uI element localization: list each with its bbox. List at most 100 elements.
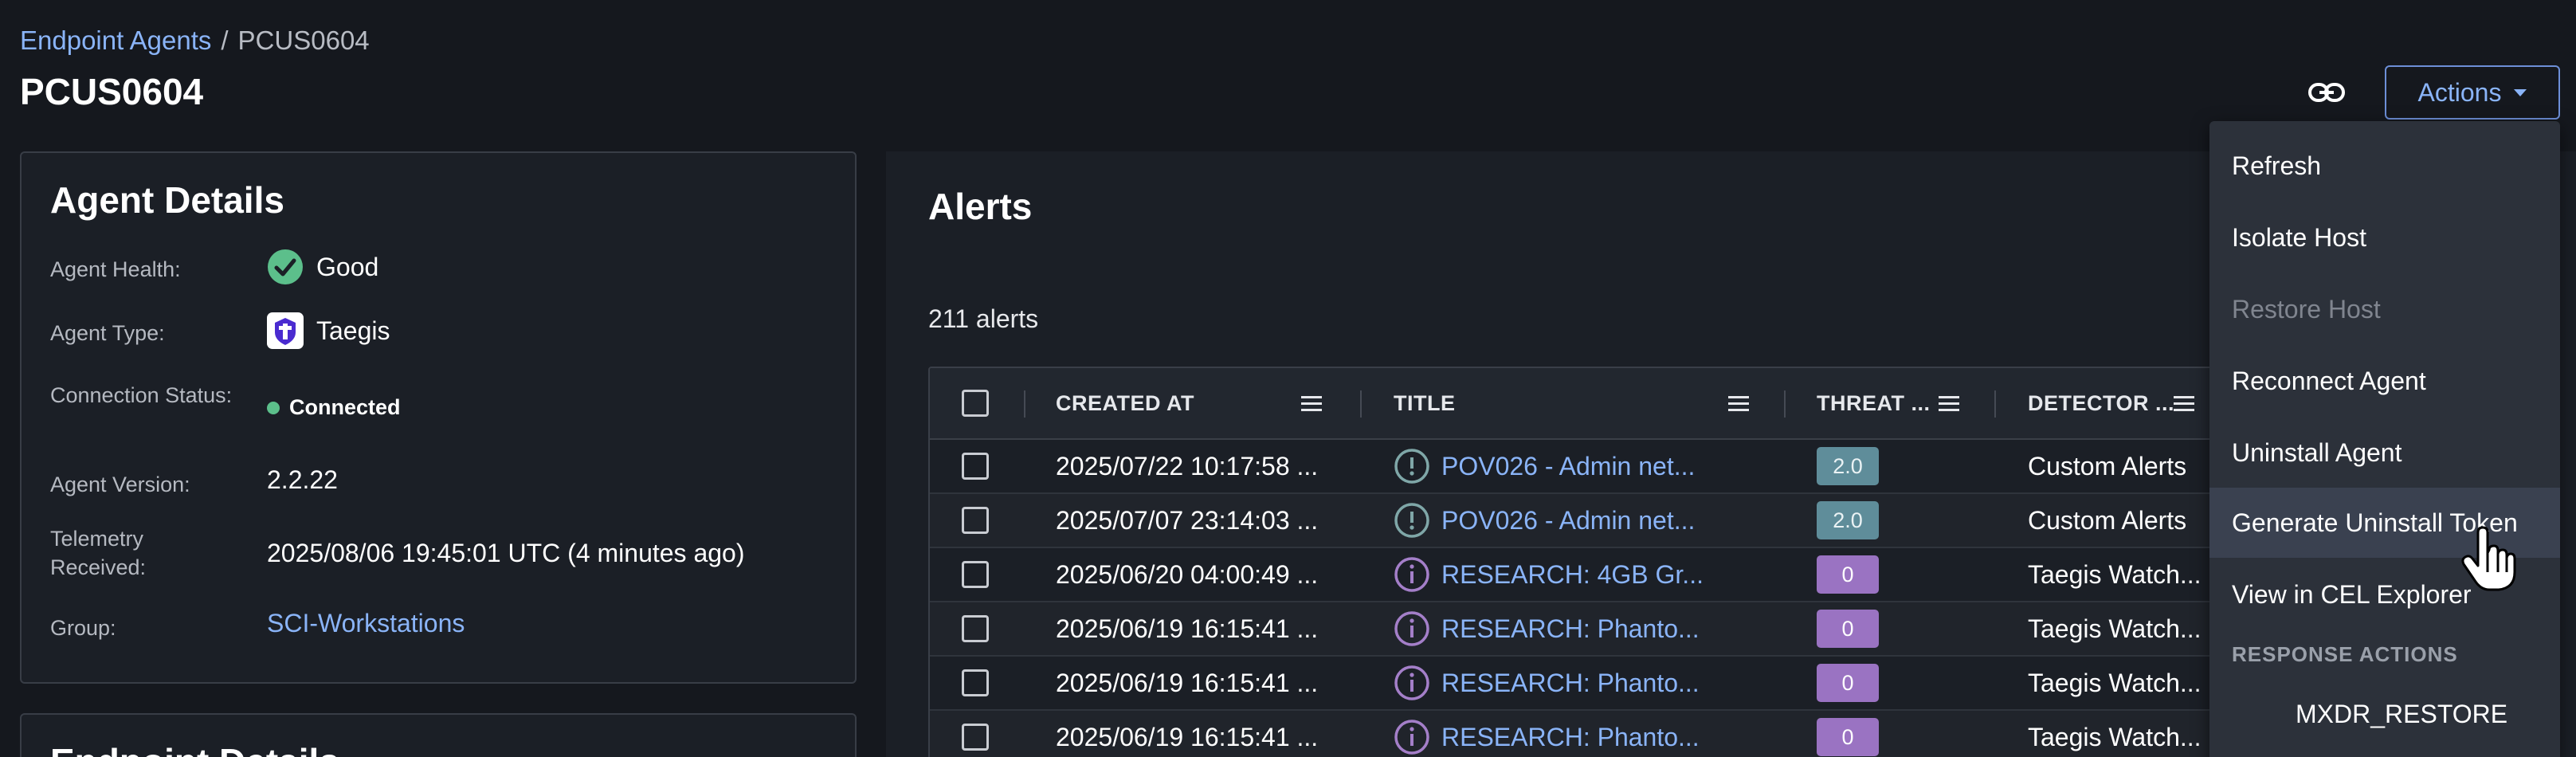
column-separator: [1994, 390, 1996, 418]
alert-title-link[interactable]: RESEARCH: Phanto...: [1441, 723, 1700, 752]
check-circle-icon: [268, 249, 303, 284]
link-icon: [2308, 83, 2345, 102]
actions-label: Actions: [2417, 77, 2502, 107]
info-icon: [1394, 611, 1429, 646]
breadcrumb-separator: /: [221, 25, 229, 55]
connection-status-text: Connected: [289, 395, 401, 419]
row-select-cell: [962, 602, 989, 655]
detector-cell: Custom Alerts: [2028, 505, 2187, 535]
breadcrumb: Endpoint Agents / PCUS0604: [20, 25, 370, 56]
alerts-table-header: CREATED AT TITLE THREAT ... DETECTOR ...: [930, 368, 2217, 440]
select-all-checkbox[interactable]: [962, 390, 989, 417]
alert-title-link[interactable]: POV026 - Admin net...: [1441, 452, 1695, 481]
menu-item-uninstall-agent[interactable]: Uninstall Agent: [2209, 418, 2560, 488]
status-dot-icon: [267, 401, 280, 414]
alert-title-link[interactable]: RESEARCH: 4GB Gr...: [1441, 560, 1704, 590]
column-menu-icon[interactable]: [1728, 395, 1749, 413]
info-icon: [1394, 557, 1429, 592]
row-checkbox[interactable]: [962, 724, 989, 751]
row-select-cell: [962, 548, 989, 601]
alerts-table: CREATED AT TITLE THREAT ... DETECTOR ...…: [928, 367, 2219, 757]
agent-details-card: Agent Details Agent Health: Good Agent T…: [20, 151, 857, 684]
column-header-title[interactable]: TITLE: [1394, 368, 1456, 438]
alert-title-link[interactable]: POV026 - Admin net...: [1441, 506, 1695, 535]
threat-score-badge: 0: [1817, 718, 1879, 756]
row-select-cell: [962, 711, 989, 757]
actions-dropdown-menu: Refresh Isolate Host Restore Host Reconn…: [2209, 121, 2560, 757]
caret-down-icon: [2514, 88, 2527, 96]
row-checkbox[interactable]: [962, 507, 989, 534]
menu-item-isolate-host[interactable]: Isolate Host: [2209, 202, 2560, 273]
agent-version-label: Agent Version:: [50, 473, 190, 496]
table-row[interactable]: 2025/06/19 16:15:41 ... RESEARCH: Phanto…: [930, 602, 2217, 657]
menu-item-restore-host: Restore Host: [2232, 294, 2381, 324]
menu-item-mxdr-restore[interactable]: MXDR_RESTORE: [2209, 679, 2560, 749]
agent-health-label: Agent Health:: [50, 257, 181, 281]
table-row[interactable]: 2025/07/07 23:14:03 ... POV026 - Admin n…: [930, 494, 2217, 548]
alert-title-link[interactable]: RESEARCH: Phanto...: [1441, 614, 1700, 644]
copy-link-button[interactable]: [2303, 69, 2351, 116]
title-cell[interactable]: POV026 - Admin net...: [1394, 494, 1695, 547]
group-link[interactable]: SCI-Workstations: [267, 609, 465, 638]
menu-item-reconnect-agent[interactable]: Reconnect Agent: [2209, 346, 2560, 416]
threat-score-badge: 2.0: [1817, 447, 1879, 485]
detector-cell: Taegis Watch...: [2028, 668, 2202, 697]
agent-version-value: 2.2.22: [267, 465, 338, 494]
row-checkbox[interactable]: [962, 615, 989, 642]
threat-score-badge: 0: [1817, 664, 1879, 702]
endpoint-details-title: Endpoint Details: [50, 740, 339, 757]
threat-cell: 0: [1817, 548, 1879, 601]
title-cell[interactable]: RESEARCH: Phanto...: [1394, 602, 1700, 655]
taegis-logo-icon: [267, 312, 304, 349]
table-row[interactable]: 2025/06/20 04:00:49 ... RESEARCH: 4GB Gr…: [930, 548, 2217, 602]
menu-item-refresh[interactable]: Refresh: [2209, 131, 2560, 201]
threat-cell: 2.0: [1817, 494, 1879, 547]
title-cell[interactable]: RESEARCH: Phanto...: [1394, 711, 1700, 757]
connection-status-value: Connected: [267, 395, 401, 420]
select-all-cell: [962, 368, 989, 438]
agent-health-value: Good: [267, 249, 378, 285]
info-icon: [1394, 665, 1429, 700]
detector-cell: Taegis Watch...: [2028, 559, 2202, 589]
table-row[interactable]: 2025/07/22 10:17:58 ... POV026 - Admin n…: [930, 440, 2217, 494]
agent-details-title: Agent Details: [50, 179, 284, 221]
row-checkbox[interactable]: [962, 669, 989, 696]
threat-score-badge: 2.0: [1817, 501, 1879, 539]
row-select-cell: [962, 494, 989, 547]
table-row[interactable]: 2025/06/19 16:15:41 ... RESEARCH: Phanto…: [930, 711, 2217, 757]
breadcrumb-current: PCUS0604: [237, 25, 370, 55]
title-cell[interactable]: POV026 - Admin net...: [1394, 440, 1695, 492]
detector-cell: Taegis Watch...: [2028, 614, 2202, 643]
row-checkbox[interactable]: [962, 561, 989, 588]
column-separator: [1360, 390, 1362, 418]
column-menu-icon[interactable]: [1939, 395, 1959, 413]
actions-button[interactable]: Actions: [2385, 65, 2560, 120]
hand-cursor-icon: [2461, 526, 2516, 591]
column-menu-icon[interactable]: [1301, 395, 1322, 413]
agent-health-text: Good: [316, 252, 379, 281]
threat-cell: 2.0: [1817, 440, 1879, 492]
column-header-created-at[interactable]: CREATED AT: [1056, 368, 1194, 438]
threat-cell: 0: [1817, 657, 1879, 709]
column-separator: [1024, 390, 1025, 418]
detector-cell: Custom Alerts: [2028, 451, 2187, 480]
column-header-detector[interactable]: DETECTOR ...: [2028, 368, 2174, 438]
threat-cell: 0: [1817, 602, 1879, 655]
title-cell[interactable]: RESEARCH: 4GB Gr...: [1394, 548, 1704, 601]
table-row[interactable]: 2025/06/19 16:15:41 ... RESEARCH: Phanto…: [930, 657, 2217, 711]
title-cell[interactable]: RESEARCH: Phanto...: [1394, 657, 1700, 709]
alert-title-link[interactable]: RESEARCH: Phanto...: [1441, 669, 1700, 698]
row-checkbox[interactable]: [962, 453, 989, 480]
created-at-cell: 2025/06/19 16:15:41 ...: [1056, 614, 1319, 643]
threat-cell: 0: [1817, 711, 1879, 757]
telemetry-received-label: Telemetry Received:: [50, 527, 147, 579]
created-at-cell: 2025/07/07 23:14:03 ...: [1056, 505, 1319, 535]
created-at-cell: 2025/06/20 04:00:49 ...: [1056, 559, 1319, 589]
endpoint-details-card: Endpoint Details: [20, 713, 857, 757]
column-menu-icon[interactable]: [2174, 395, 2194, 413]
breadcrumb-endpoint-agents-link[interactable]: Endpoint Agents: [20, 25, 211, 56]
info-icon: [1394, 503, 1429, 538]
threat-score-badge: 0: [1817, 555, 1879, 594]
column-header-threat[interactable]: THREAT ...: [1817, 368, 1931, 438]
response-actions-section-label: RESPONSE ACTIONS: [2232, 642, 2458, 666]
